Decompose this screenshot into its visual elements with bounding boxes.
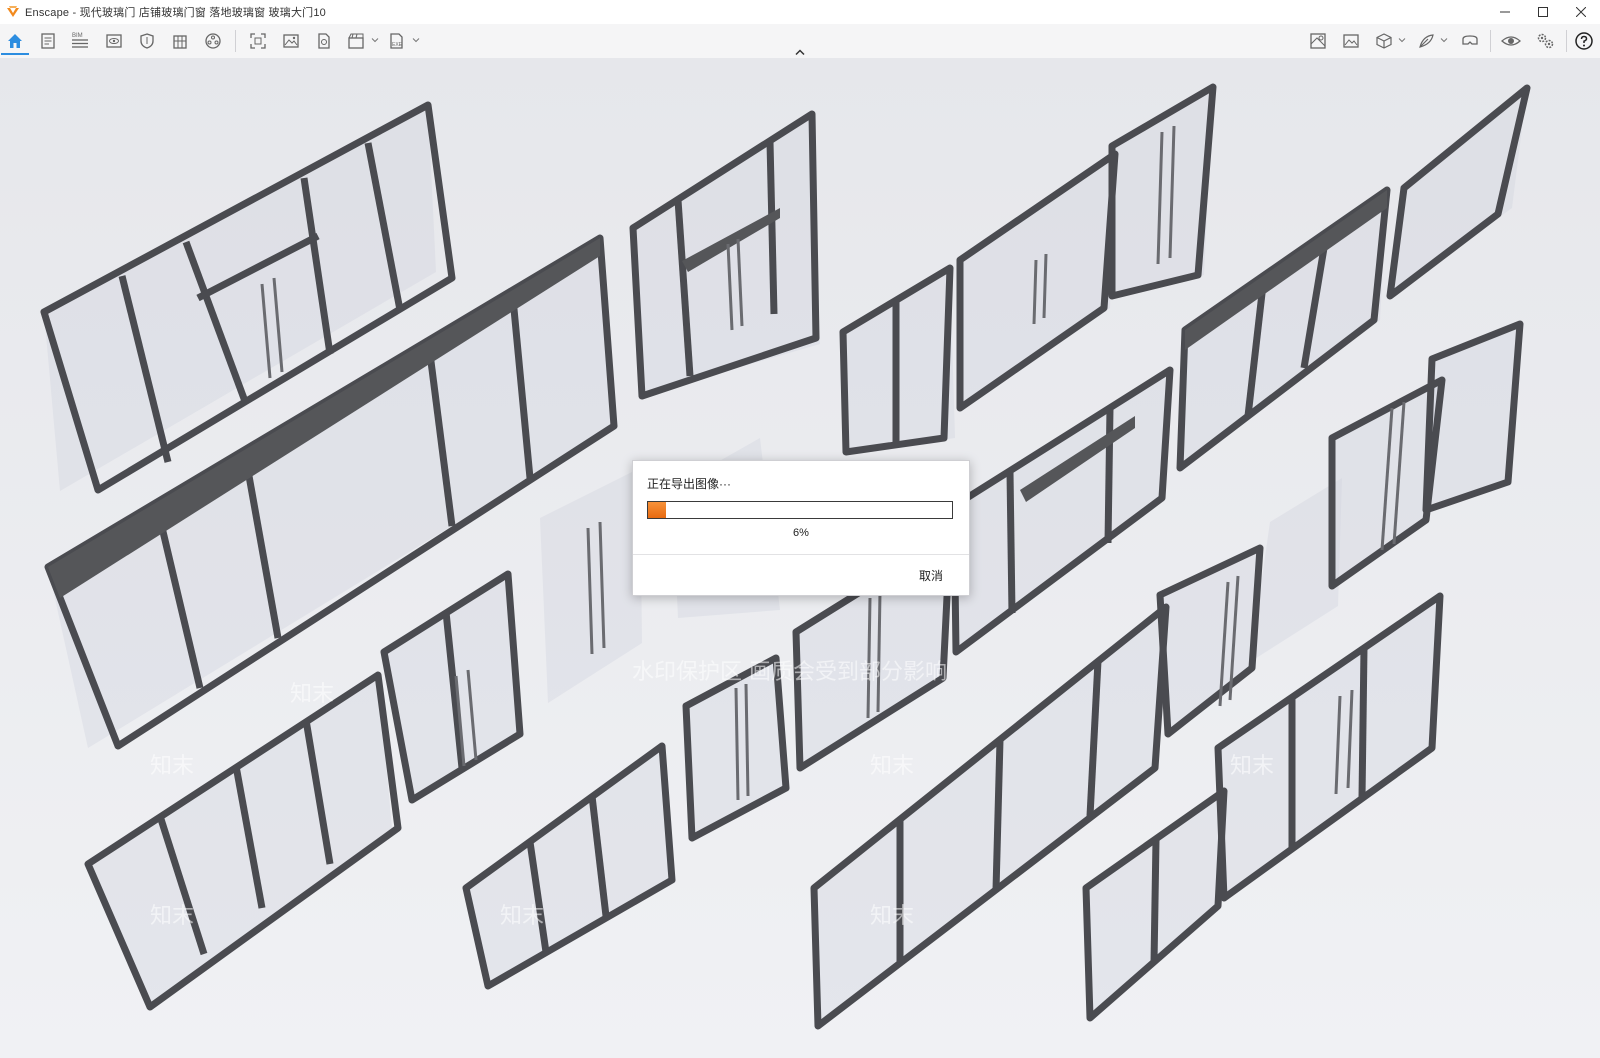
watermark-brand: 知末 <box>870 754 915 779</box>
video-export-icon <box>348 33 364 49</box>
shield-view-button[interactable] <box>133 28 161 54</box>
feather-button[interactable] <box>1412 28 1440 54</box>
feather-dropdown-icon[interactable] <box>1440 36 1448 44</box>
batch-render-button[interactable] <box>310 28 338 54</box>
gallery-button[interactable] <box>1337 28 1365 54</box>
help-button[interactable] <box>1570 28 1598 54</box>
screenshot-button[interactable] <box>244 28 272 54</box>
building-button[interactable] <box>166 28 194 54</box>
export-progress-bar <box>647 501 953 519</box>
maximize-icon <box>1538 7 1548 17</box>
map-view-icon <box>1310 33 1326 49</box>
cube-view-dropdown-icon[interactable] <box>1398 36 1406 44</box>
watermark-brand: 知末 <box>150 754 195 779</box>
progress-fill <box>648 502 667 518</box>
document-button[interactable] <box>34 28 62 54</box>
close-icon <box>1576 7 1586 17</box>
watermark-brand: 知末 <box>500 904 545 929</box>
view-panel-button[interactable] <box>100 28 128 54</box>
watermark-brand: 知末 <box>150 904 195 929</box>
image-icon <box>283 34 299 48</box>
batch-render-icon <box>318 33 330 49</box>
help-icon <box>1575 32 1593 50</box>
map-view-button[interactable] <box>1304 28 1332 54</box>
visibility-icon <box>1501 36 1521 46</box>
asset-library-button[interactable] <box>199 28 227 54</box>
bim-button[interactable]: BIM <box>66 28 94 54</box>
video-export-button[interactable] <box>343 28 371 54</box>
cancel-button[interactable]: 取消 <box>913 565 949 586</box>
home-button[interactable] <box>1 28 29 55</box>
gallery-icon <box>1343 34 1359 48</box>
watermark-brand: 知末 <box>290 682 335 707</box>
watermark-brand: 知末 <box>870 904 915 929</box>
window-title: Enscape - 现代玻璃门 店铺玻璃门窗 落地玻璃窗 玻璃大门10 <box>25 7 326 19</box>
minimize-button[interactable] <box>1486 0 1524 24</box>
settings-icon <box>1537 33 1554 49</box>
document-icon <box>41 33 55 49</box>
watermark-brand: 知末 <box>1230 754 1275 779</box>
eye-panel-icon <box>106 34 122 48</box>
toolbar-divider-right <box>1490 30 1491 52</box>
exe-export-icon: EXE <box>390 33 403 49</box>
maximize-button[interactable] <box>1524 0 1562 24</box>
window-controls <box>1486 0 1600 24</box>
progress-percent-label: 6% <box>793 527 809 539</box>
collapse-toolbar-chevron-icon[interactable] <box>794 48 806 56</box>
dialog-title: 正在导出图像··· <box>647 477 731 491</box>
asset-library-icon <box>205 33 221 49</box>
bim-icon: BIM <box>72 33 88 48</box>
exe-label: EXE <box>392 42 403 48</box>
watermark-text: 水印保护区 画质会受到部分影响 <box>632 660 947 685</box>
dialog-divider <box>633 554 969 555</box>
screenshot-icon <box>250 33 266 49</box>
visibility-button[interactable] <box>1497 28 1525 54</box>
enscape-logo-icon <box>7 6 19 17</box>
image-button[interactable] <box>277 28 305 54</box>
feather-icon <box>1419 34 1434 48</box>
shield-view-icon <box>140 33 154 49</box>
minimize-icon <box>1500 11 1510 13</box>
exe-export-dropdown-icon[interactable] <box>412 36 420 44</box>
settings-button[interactable] <box>1531 28 1559 54</box>
vr-headset-button[interactable] <box>1456 28 1484 54</box>
home-icon <box>8 33 22 48</box>
close-button[interactable] <box>1562 0 1600 24</box>
export-progress-dialog: 正在导出图像··· 6% 取消 <box>632 460 970 596</box>
vr-headset-icon <box>1462 35 1478 45</box>
title-bar: Enscape - 现代玻璃门 店铺玻璃门窗 落地玻璃窗 玻璃大门10 <box>0 0 1600 24</box>
cube-view-button[interactable] <box>1370 28 1398 54</box>
video-export-dropdown-icon[interactable] <box>371 36 379 44</box>
cube-view-icon <box>1376 33 1392 49</box>
toolbar-divider-help <box>1566 30 1567 52</box>
exe-export-button[interactable]: EXE <box>383 28 411 54</box>
toolbar-divider <box>235 30 236 52</box>
bim-label: BIM <box>72 33 83 39</box>
building-icon <box>173 35 187 49</box>
